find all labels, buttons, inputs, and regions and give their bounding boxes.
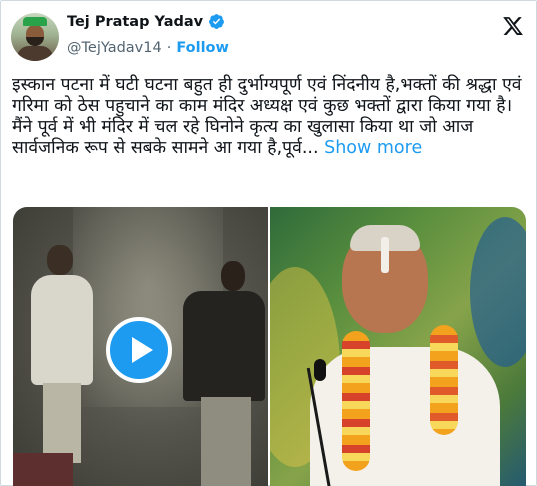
tweet-paragraph-2: मैंने पूर्व में भी मंदिर में चल रहे घिनो… xyxy=(12,117,527,159)
tweet-paragraph-1: इस्कान पटना में घटी घटना बहुत ही दुर्भाग… xyxy=(12,75,522,116)
photo-bg-blob xyxy=(470,217,526,367)
video-floor-object xyxy=(13,453,73,486)
photo-man-body xyxy=(310,347,500,486)
tweet-text: इस्कान पटना में घटी घटना बहुत ही दुर्भाग… xyxy=(12,75,527,159)
display-name[interactable]: Tej Pratap Yadav xyxy=(67,14,203,30)
photo-garland-left xyxy=(342,331,370,471)
media-grid xyxy=(13,207,526,486)
video-person-right-body xyxy=(183,291,265,401)
photo-microphone-head xyxy=(314,359,326,381)
video-person-left-body xyxy=(31,275,93,385)
follow-button[interactable]: Follow xyxy=(176,40,229,56)
separator-dot: · xyxy=(166,40,172,56)
show-more-link[interactable]: Show more xyxy=(324,138,422,158)
photo-garland-right xyxy=(430,325,458,435)
handle-row: @TejYadav14 · Follow xyxy=(67,40,229,56)
author-name-row: Tej Pratap Yadav xyxy=(67,13,225,30)
video-person-left-legs xyxy=(43,383,81,463)
user-handle[interactable]: @TejYadav14 xyxy=(67,40,162,56)
video-person-right-head xyxy=(221,261,245,291)
play-button[interactable] xyxy=(106,317,172,383)
verified-badge-icon xyxy=(209,14,225,29)
video-person-left-head xyxy=(47,245,73,275)
photo-tilak-mark xyxy=(381,237,389,273)
video-person-right-legs xyxy=(201,397,251,486)
play-icon xyxy=(131,337,153,363)
photo-thumbnail[interactable] xyxy=(270,207,526,486)
avatar[interactable] xyxy=(11,13,59,61)
tweet-card: Tej Pratap Yadav @TejYadav14 · Follow इस… xyxy=(0,0,537,486)
x-logo-icon[interactable] xyxy=(502,15,524,37)
video-thumbnail[interactable] xyxy=(13,207,268,486)
